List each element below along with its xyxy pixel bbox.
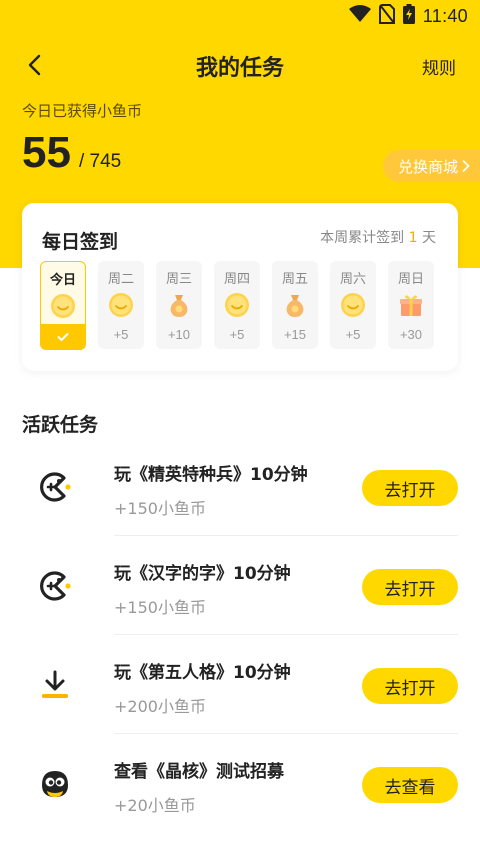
task-reward: +20小鱼币 (114, 796, 196, 815)
checkin-day[interactable]: 周日 +30 (388, 261, 434, 349)
task-action-button[interactable]: 去查看 (362, 767, 458, 803)
checkin-day[interactable]: 周五 +15 (272, 261, 318, 349)
wifi-icon (348, 5, 371, 27)
task-title: 玩《汉字的字》10分钟 (114, 564, 291, 584)
task-reward: +150小鱼币 (114, 499, 206, 518)
checkin-day-reward: +15 (283, 327, 307, 342)
checkin-day[interactable]: 周二 +5 (98, 261, 144, 349)
divider (114, 535, 458, 536)
coins-summary: 55 / 745 (22, 128, 121, 178)
coin-bag-icon (281, 291, 309, 319)
checkin-day-label: 周日 (397, 272, 424, 287)
task-reward: +150小鱼币 (114, 598, 206, 617)
checkin-day-reward: +5 (345, 327, 361, 342)
no-sim-icon (378, 4, 395, 28)
coins-total-value: / 745 (78, 151, 122, 172)
coin-bag-icon (165, 291, 193, 319)
checkin-day[interactable]: 周六 +5 (330, 261, 376, 349)
checkin-day-label: 周二 (107, 272, 134, 287)
game-pacman-icon (36, 567, 74, 605)
smiley-coin-icon (223, 291, 251, 319)
gift-box-icon (397, 291, 425, 319)
checkin-day[interactable]: 今日 (39, 261, 86, 350)
checkin-day-label: 周三 (165, 272, 192, 287)
checkin-day-label: 周五 (281, 272, 308, 287)
task-row: 玩《汉字的字》10分钟 +150小鱼币 去打开 (0, 537, 480, 635)
task-title: 查看《晶核》测试招募 (114, 762, 284, 782)
smiley-coin-icon (49, 292, 77, 320)
shop-button[interactable]: 兑换商城 (382, 150, 480, 182)
task-action-button[interactable]: 去打开 (362, 668, 458, 704)
nav-bar: 我的任务 规则 (0, 42, 480, 88)
game-pacman-icon (36, 468, 74, 506)
battery-charging-icon (402, 4, 415, 28)
checkin-day-reward: +10 (167, 327, 191, 342)
mascot-face-icon (36, 765, 74, 803)
download-icon (36, 666, 74, 704)
task-row: 玩《精英特种兵》10分钟 +150小鱼币 去打开 (0, 438, 480, 536)
active-tasks-title: 活跃任务 (22, 414, 99, 436)
checkin-day-label: 周四 (223, 272, 250, 287)
task-action-button[interactable]: 去打开 (362, 569, 458, 605)
rules-link[interactable]: 规则 (422, 54, 456, 79)
chevron-right-icon (462, 160, 470, 172)
checkin-day-reward: +5 (229, 327, 245, 342)
task-title: 玩《精英特种兵》10分钟 (114, 465, 308, 485)
checkin-stat-count: 1 (408, 230, 418, 246)
status-bar: 11:40 (0, 0, 480, 34)
checkin-day-reward: +30 (399, 327, 423, 342)
status-time: 11:40 (422, 5, 468, 26)
task-row: 玩《第五人格》10分钟 +200小鱼币 去打开 (0, 636, 480, 734)
divider (114, 733, 458, 734)
checkin-day-reward: +5 (113, 327, 129, 342)
checkin-days: 今日 周二 +5 周三 +10 周四 +5 周五 +15 周六 +5 周日 +30 (39, 261, 434, 350)
checkin-title: 每日签到 (42, 231, 119, 253)
checkin-weekly-stat: 本周累计签到 1 天 (320, 227, 436, 247)
task-row: 查看《晶核》测试招募 +20小鱼币 去查看 (0, 735, 480, 833)
checkin-day-label: 今日 (49, 273, 76, 288)
smiley-coin-icon (107, 291, 135, 319)
task-action-button[interactable]: 去打开 (362, 470, 458, 506)
divider (114, 634, 458, 635)
checkmark-icon (39, 323, 86, 350)
daily-checkin-card: 每日签到 本周累计签到 1 天 今日 周二 +5 周三 +10 周四 +5 周五 +15 周六 +5… (22, 203, 458, 371)
page-title: 我的任务 (195, 56, 284, 81)
checkin-stat-prefix: 本周累计签到 (320, 230, 405, 246)
task-title: 玩《第五人格》10分钟 (114, 663, 291, 683)
checkin-day-label: 周六 (339, 272, 366, 287)
checkin-day[interactable]: 周三 +10 (156, 261, 202, 349)
coins-today-value: 55 (22, 128, 71, 177)
task-reward: +200小鱼币 (114, 697, 206, 716)
coins-today-label: 今日已获得小鱼币 (22, 102, 143, 120)
smiley-coin-icon (339, 291, 367, 319)
shop-button-label: 兑换商城 (397, 157, 458, 176)
checkin-day[interactable]: 周四 +5 (214, 261, 260, 349)
checkin-stat-suffix: 天 (422, 230, 436, 246)
